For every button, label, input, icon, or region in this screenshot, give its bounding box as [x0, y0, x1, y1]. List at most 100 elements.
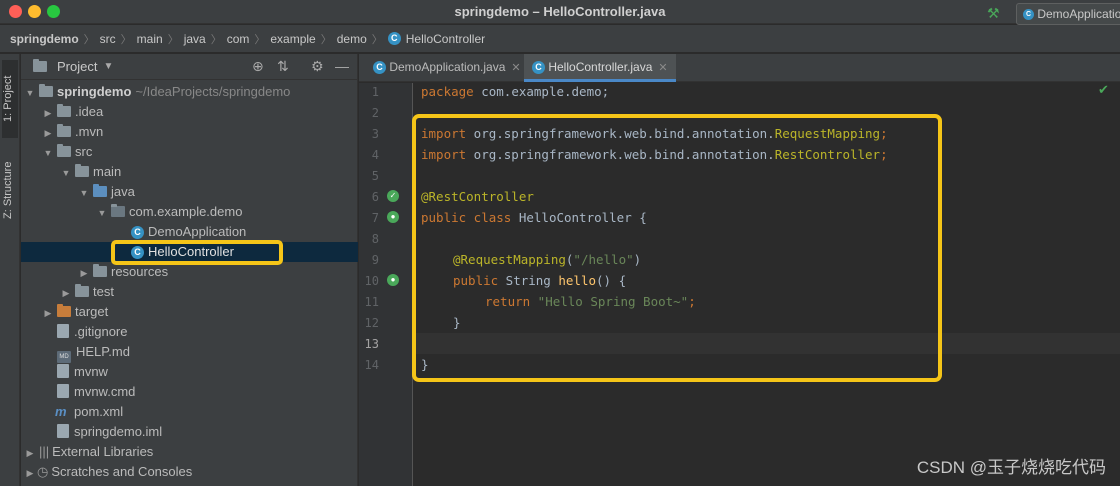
line-number: 6 [371, 190, 379, 204]
spring-bean-gutter-icon[interactable]: ✓ [387, 190, 399, 202]
source-folder-icon [93, 184, 107, 197]
line-number: 14 [364, 358, 379, 372]
title-bar: springdemo – HelloController.java [0, 0, 1120, 24]
editor-gutter[interactable]: 1 2 3 4 5 6 7 8 9 10 11 12 13 14 ✓ ● ● [359, 83, 413, 486]
line-number: 7 [371, 211, 379, 225]
chevron-down-icon[interactable]: ▼ [79, 183, 89, 203]
class-icon: C [532, 61, 545, 75]
structure-tool-tab[interactable]: Z: Structure [2, 150, 18, 230]
chevron-right-icon[interactable]: ▶ [79, 263, 89, 283]
tab-hellocontroller[interactable]: C HelloController.java ✕ [524, 54, 676, 82]
chevron-down-icon[interactable]: ▼ [43, 143, 53, 163]
code-line-1: package com.example.demo; [421, 84, 610, 99]
spring-bean-gutter-icon[interactable]: ● [387, 211, 399, 223]
maven-icon: m [55, 404, 67, 419]
breadcrumb-item[interactable]: springdemo [10, 32, 79, 46]
project-panel-title[interactable]: Project [57, 59, 97, 74]
breadcrumb-item[interactable]: com [227, 32, 250, 46]
folder-icon [57, 124, 71, 137]
hide-panel-icon[interactable]: — [335, 58, 349, 74]
close-icon[interactable]: ✕ [658, 62, 667, 74]
tree-item-mvnw[interactable]: mvnw [21, 362, 358, 382]
breadcrumb-item[interactable]: main [137, 32, 163, 46]
tree-item-java[interactable]: ▼ java [21, 182, 358, 202]
tree-item-pom-xml[interactable]: m pom.xml [21, 402, 358, 422]
tree-item-scratches[interactable]: ▶ ◷ Scratches and Consoles [21, 462, 358, 482]
tree-item-gitignore[interactable]: .gitignore [21, 322, 358, 342]
package-icon [111, 204, 125, 217]
tree-item-idea[interactable]: ▶ .idea [21, 102, 358, 122]
line-number: 5 [371, 169, 379, 183]
run-config-icon: C [1023, 9, 1034, 21]
folder-icon [57, 104, 71, 117]
chevron-right-icon[interactable]: ▶ [43, 103, 53, 123]
chevron-down-icon[interactable]: ▼ [97, 203, 107, 223]
class-icon: C [373, 61, 386, 75]
scratches-icon: ◷ [37, 464, 49, 479]
request-mapping-gutter-icon[interactable]: ● [387, 274, 399, 286]
line-number: 13 [364, 337, 379, 351]
highlight-box-code [412, 114, 942, 382]
breadcrumb-item[interactable]: demo [337, 32, 367, 46]
project-panel-header: Project ▼ ⊕ ⇅ ⚙ — [21, 54, 357, 80]
tree-item-help-md[interactable]: MD HELP.md [21, 342, 358, 363]
locate-target-icon[interactable]: ⊕ [252, 58, 264, 75]
tree-item-test[interactable]: ▶ test [21, 282, 358, 302]
close-icon[interactable]: ✕ [511, 62, 520, 74]
project-view-icon [33, 59, 47, 72]
tree-item-resources[interactable]: ▶ resources [21, 262, 358, 282]
editor-tab-bar: C DemoApplication.java ✕ C HelloControlle… [359, 54, 1120, 82]
run-configuration-selector[interactable]: C DemoApplication [1016, 3, 1120, 25]
tree-item-external-libraries[interactable]: ▶ ||| External Libraries [21, 442, 358, 462]
project-tool-tab[interactable]: 1: Project [2, 60, 18, 138]
line-number: 4 [371, 148, 379, 162]
chevron-right-icon[interactable]: ▶ [43, 303, 53, 323]
tree-item-springdemo[interactable]: ▼ springdemo ~/IdeaProjects/springdemo [21, 82, 358, 102]
line-number: 2 [371, 106, 379, 120]
file-icon [57, 324, 69, 338]
tree-item-demoapplication[interactable]: C DemoApplication [21, 222, 358, 242]
resources-folder-icon [93, 264, 107, 277]
tree-item-mvn[interactable]: ▶ .mvn [21, 122, 358, 142]
line-number: 1 [371, 85, 379, 99]
breadcrumb-item[interactable]: java [184, 32, 206, 46]
chevron-down-icon[interactable]: ▼ [103, 61, 113, 72]
window-title: springdemo – HelloController.java [454, 4, 666, 19]
line-number: 3 [371, 127, 379, 141]
chevron-down-icon[interactable]: ▼ [25, 83, 35, 103]
breadcrumb-item[interactable]: src [100, 32, 116, 46]
chevron-right-icon[interactable]: ▶ [25, 463, 35, 483]
tree-item-target[interactable]: ▶ target [21, 302, 358, 322]
line-number: 8 [371, 232, 379, 246]
line-number: 11 [364, 295, 379, 309]
line-number: 12 [364, 316, 379, 330]
run-config-label: DemoApplication [1037, 7, 1120, 21]
folder-icon [75, 284, 89, 297]
breadcrumb-item[interactable]: HelloController [406, 32, 485, 46]
tree-item-mvnw-cmd[interactable]: mvnw.cmd [21, 382, 358, 402]
collapse-all-icon[interactable]: ⇅ [277, 58, 289, 75]
tree-item-src[interactable]: ▼ src [21, 142, 358, 162]
tree-item-package[interactable]: ▼ com.example.demo [21, 202, 358, 222]
line-number: 9 [371, 253, 379, 267]
tree-item-main[interactable]: ▼ main [21, 162, 358, 182]
project-tree: ▼ springdemo ~/IdeaProjects/springdemo ▶ .i… [21, 82, 358, 482]
class-icon: C [387, 32, 401, 45]
chevron-right-icon[interactable]: ▶ [61, 283, 71, 303]
folder-icon [57, 144, 71, 157]
folder-icon [75, 164, 89, 177]
breadcrumb: springdemo 〉 src 〉 main 〉 java 〉 com 〉 exampl… [0, 25, 1120, 53]
file-icon [57, 364, 69, 378]
chevron-down-icon[interactable]: ▼ [61, 163, 71, 183]
tab-demoapplication[interactable]: C DemoApplication.java ✕ [365, 54, 523, 82]
chevron-right-icon[interactable]: ▶ [25, 443, 35, 463]
chevron-right-icon[interactable]: ▶ [43, 123, 53, 143]
inspection-ok-icon[interactable]: ✔ [1098, 82, 1109, 98]
line-number: 10 [364, 274, 379, 288]
tree-item-springdemo-iml[interactable]: springdemo.iml [21, 422, 358, 442]
gear-icon[interactable]: ⚙ [311, 58, 324, 75]
highlight-box-tree [111, 240, 283, 265]
file-icon [57, 384, 69, 398]
build-hammer-icon[interactable]: ⚒ [987, 5, 1000, 22]
breadcrumb-item[interactable]: example [270, 32, 315, 46]
